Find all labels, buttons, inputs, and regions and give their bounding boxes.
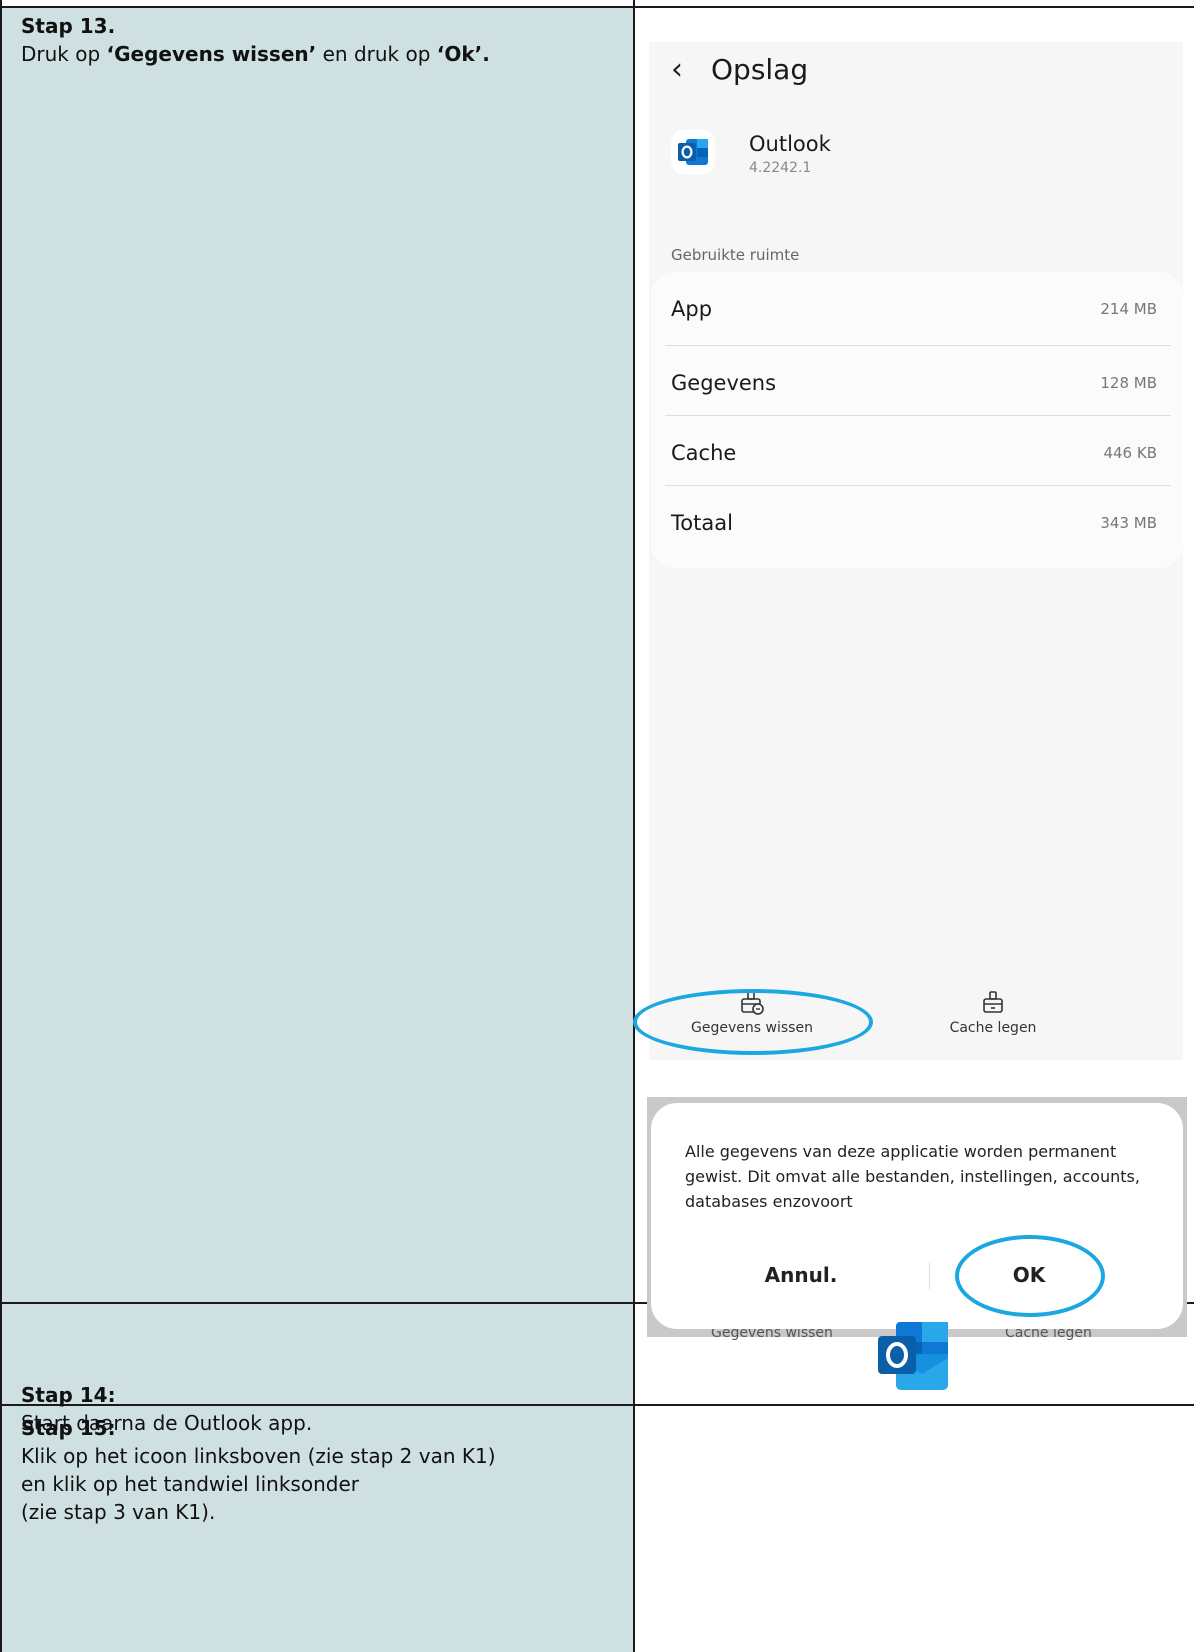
confirm-dialog: Alle gegevens van deze applicatie worden…: [651, 1103, 1183, 1329]
table-border-middle: [633, 0, 635, 1652]
storage-card: App 214 MB Gegevens 128 MB Cache 446 KB …: [651, 272, 1183, 568]
app-version: 4.2242.1: [749, 160, 812, 176]
storage-row-label: Gegevens: [671, 370, 777, 395]
app-name: Outlook: [749, 132, 831, 156]
clear-cache-label: Cache legen: [949, 1020, 1037, 1036]
button-separator: [929, 1263, 930, 1289]
table-border-top: [0, 6, 1194, 8]
app-info-row: Outlook 4.2242.1: [671, 130, 831, 178]
storage-row-label: App: [671, 296, 713, 321]
step-15-line-3: (zie stap 3 van K1).: [21, 1500, 216, 1524]
clear-cache-button[interactable]: Cache legen: [893, 990, 1093, 1036]
step-13-text-block: Stap 13. Druk op ‘Gegevens wissen’ en dr…: [21, 12, 490, 68]
step-13-bold-ok: ‘Ok’.: [436, 42, 490, 66]
storage-screenshot: ‹ Opslag Outlook 4.2242.1 Gebruikte ruim…: [633, 42, 1183, 1060]
storage-row-data: Gegevens 128 MB: [671, 346, 1157, 419]
storage-header: ‹ Opslag: [671, 52, 808, 87]
storage-row-value: 214 MB: [1100, 299, 1157, 318]
step-13-title: Stap 13.: [21, 14, 116, 38]
step-15-title: Stap 15:: [21, 1416, 116, 1440]
storage-row-total: Totaal 343 MB: [671, 486, 1157, 559]
step-15-line-1: Klik op het icoon linksboven (zie stap 2…: [21, 1444, 496, 1468]
step-13-text-mid: en druk op: [316, 42, 437, 66]
confirm-dialog-screenshot: Gegevens wissen Cache legen Alle gegeven…: [647, 1097, 1187, 1341]
storage-row-value: 128 MB: [1100, 373, 1157, 392]
step-15-line-2: en klik op het tandwiel linksonder: [21, 1472, 359, 1496]
step-13-cell: [2, 8, 633, 1302]
outlook-app-icon: [876, 1322, 952, 1394]
step-15-text-block: Stap 15: Klik op het icoon linksboven (z…: [21, 1414, 496, 1526]
highlight-circle-gegevens-wissen: [633, 989, 873, 1055]
storage-row-cache: Cache 446 KB: [671, 416, 1157, 489]
storage-row-app: App 214 MB: [671, 272, 1157, 345]
storage-row-value: 446 KB: [1103, 443, 1157, 462]
step-14-title: Stap 14:: [21, 1383, 116, 1407]
dialog-message: Alle gegevens van deze applicatie worden…: [685, 1142, 1140, 1211]
highlight-circle-ok: [955, 1235, 1105, 1317]
used-space-label: Gebruikte ruimte: [671, 246, 800, 264]
storage-row-label: Cache: [671, 440, 737, 465]
storage-row-value: 343 MB: [1100, 513, 1157, 532]
step-13-bold-gegevens: ‘Gegevens wissen’: [106, 42, 317, 66]
clear-cache-icon: [983, 991, 1003, 1013]
outlook-logo-icon: [671, 130, 715, 174]
step-13-text-pre: Druk op: [21, 42, 107, 66]
app-text: Outlook 4.2242.1: [749, 130, 831, 178]
storage-page-title: Opslag: [711, 53, 809, 86]
table-border-left: [0, 0, 2, 1652]
step-13-instruction: Druk op ‘Gegevens wissen’ en druk op ‘Ok…: [21, 40, 490, 68]
storage-row-label: Totaal: [671, 510, 733, 535]
cancel-button[interactable]: Annul.: [711, 1263, 891, 1287]
back-arrow-icon[interactable]: ‹: [671, 52, 701, 87]
